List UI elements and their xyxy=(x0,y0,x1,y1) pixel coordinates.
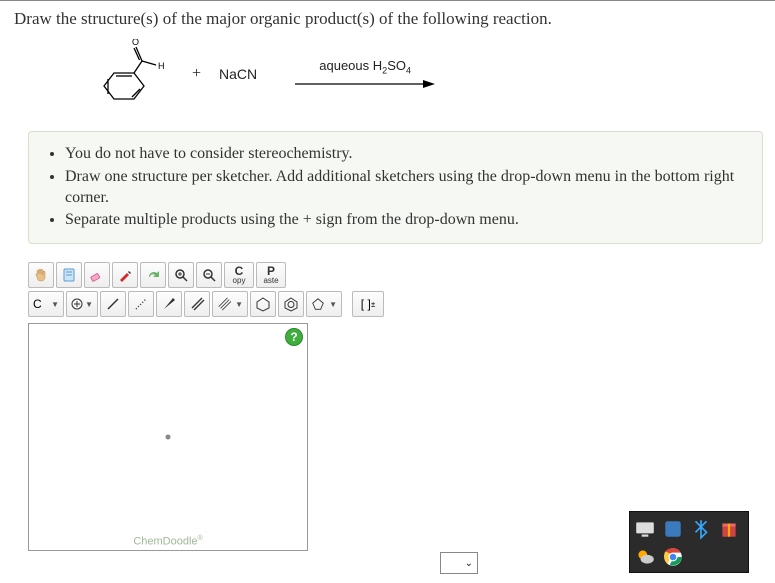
plus-circle-icon xyxy=(71,298,83,310)
tray-gift-icon[interactable] xyxy=(718,518,740,540)
reactant-structure: O H xyxy=(94,39,174,109)
chevron-down-icon: ▼ xyxy=(51,300,59,309)
paste-button[interactable]: Paste xyxy=(256,262,286,288)
sketcher-canvas[interactable]: ? ChemDoodle® xyxy=(28,323,308,551)
tray-monitor-icon[interactable] xyxy=(634,518,656,540)
hand-tool-button[interactable] xyxy=(28,262,54,288)
triple-bond-picker[interactable]: ▼ xyxy=(212,291,248,317)
help-button[interactable]: ? xyxy=(285,328,303,346)
toolbar-row-1: Copy Paste xyxy=(28,262,478,288)
eraser-button[interactable] xyxy=(84,262,110,288)
arrow-conditions: aqueous H2SO4 xyxy=(319,58,411,76)
svg-text:H: H xyxy=(158,61,165,71)
tray-bluetooth-icon[interactable] xyxy=(690,518,712,540)
toolbar-row-2: C▼ ▼ ▼ ▼ [ ]± xyxy=(28,291,478,317)
chevron-down-icon: ▼ xyxy=(85,300,93,309)
chemdoodle-brand: ChemDoodle® xyxy=(133,535,202,548)
instruction-item: You do not have to consider stereochemis… xyxy=(65,144,748,165)
canvas-center-dot xyxy=(166,435,171,440)
ring-picker[interactable]: ▼ xyxy=(306,291,342,317)
redo-button[interactable] xyxy=(140,262,166,288)
instructions-panel: You do not have to consider stereochemis… xyxy=(28,131,763,244)
question-prompt: Draw the structure(s) of the major organ… xyxy=(14,9,761,29)
chevron-down-icon: ⌄ xyxy=(465,558,473,569)
copy-button[interactable]: Copy xyxy=(224,262,254,288)
marker-button[interactable] xyxy=(112,262,138,288)
tray-chrome-icon[interactable] xyxy=(662,546,684,568)
tray-app-icon[interactable] xyxy=(662,518,684,540)
tray-weather-icon[interactable] xyxy=(634,546,656,568)
reaction-scheme: O H + NaCN aqueous H2SO4 xyxy=(14,37,761,123)
reaction-arrow xyxy=(295,78,435,90)
charge-button[interactable]: [ ]± xyxy=(352,291,384,317)
instruction-item: Separate multiple products using the + s… xyxy=(65,210,748,231)
chevron-down-icon: ▼ xyxy=(329,300,337,309)
benzene-button[interactable] xyxy=(278,291,304,317)
sketcher-widget: Copy Paste C▼ ▼ ▼ ▼ [ ]± ? xyxy=(28,262,478,551)
dotted-bond-button[interactable] xyxy=(128,291,154,317)
sketcher-add-dropdown[interactable]: ⌄ xyxy=(440,552,478,574)
taskbar-tray xyxy=(629,511,749,573)
chevron-down-icon: ▼ xyxy=(235,300,243,309)
plus-sign: + xyxy=(192,65,201,83)
svg-text:O: O xyxy=(132,39,139,47)
add-picker[interactable]: ▼ xyxy=(66,291,98,317)
instruction-item: Draw one structure per sketcher. Add add… xyxy=(65,167,748,209)
undo-button[interactable] xyxy=(56,262,82,288)
zoom-out-button[interactable] xyxy=(196,262,222,288)
element-picker[interactable]: C▼ xyxy=(28,291,64,317)
single-bond-button[interactable] xyxy=(100,291,126,317)
wedge-bond-button[interactable] xyxy=(156,291,182,317)
reagent-nacn: NaCN xyxy=(219,66,257,82)
zoom-in-button[interactable] xyxy=(168,262,194,288)
double-bond-button[interactable] xyxy=(184,291,210,317)
cyclohexane-button[interactable] xyxy=(250,291,276,317)
